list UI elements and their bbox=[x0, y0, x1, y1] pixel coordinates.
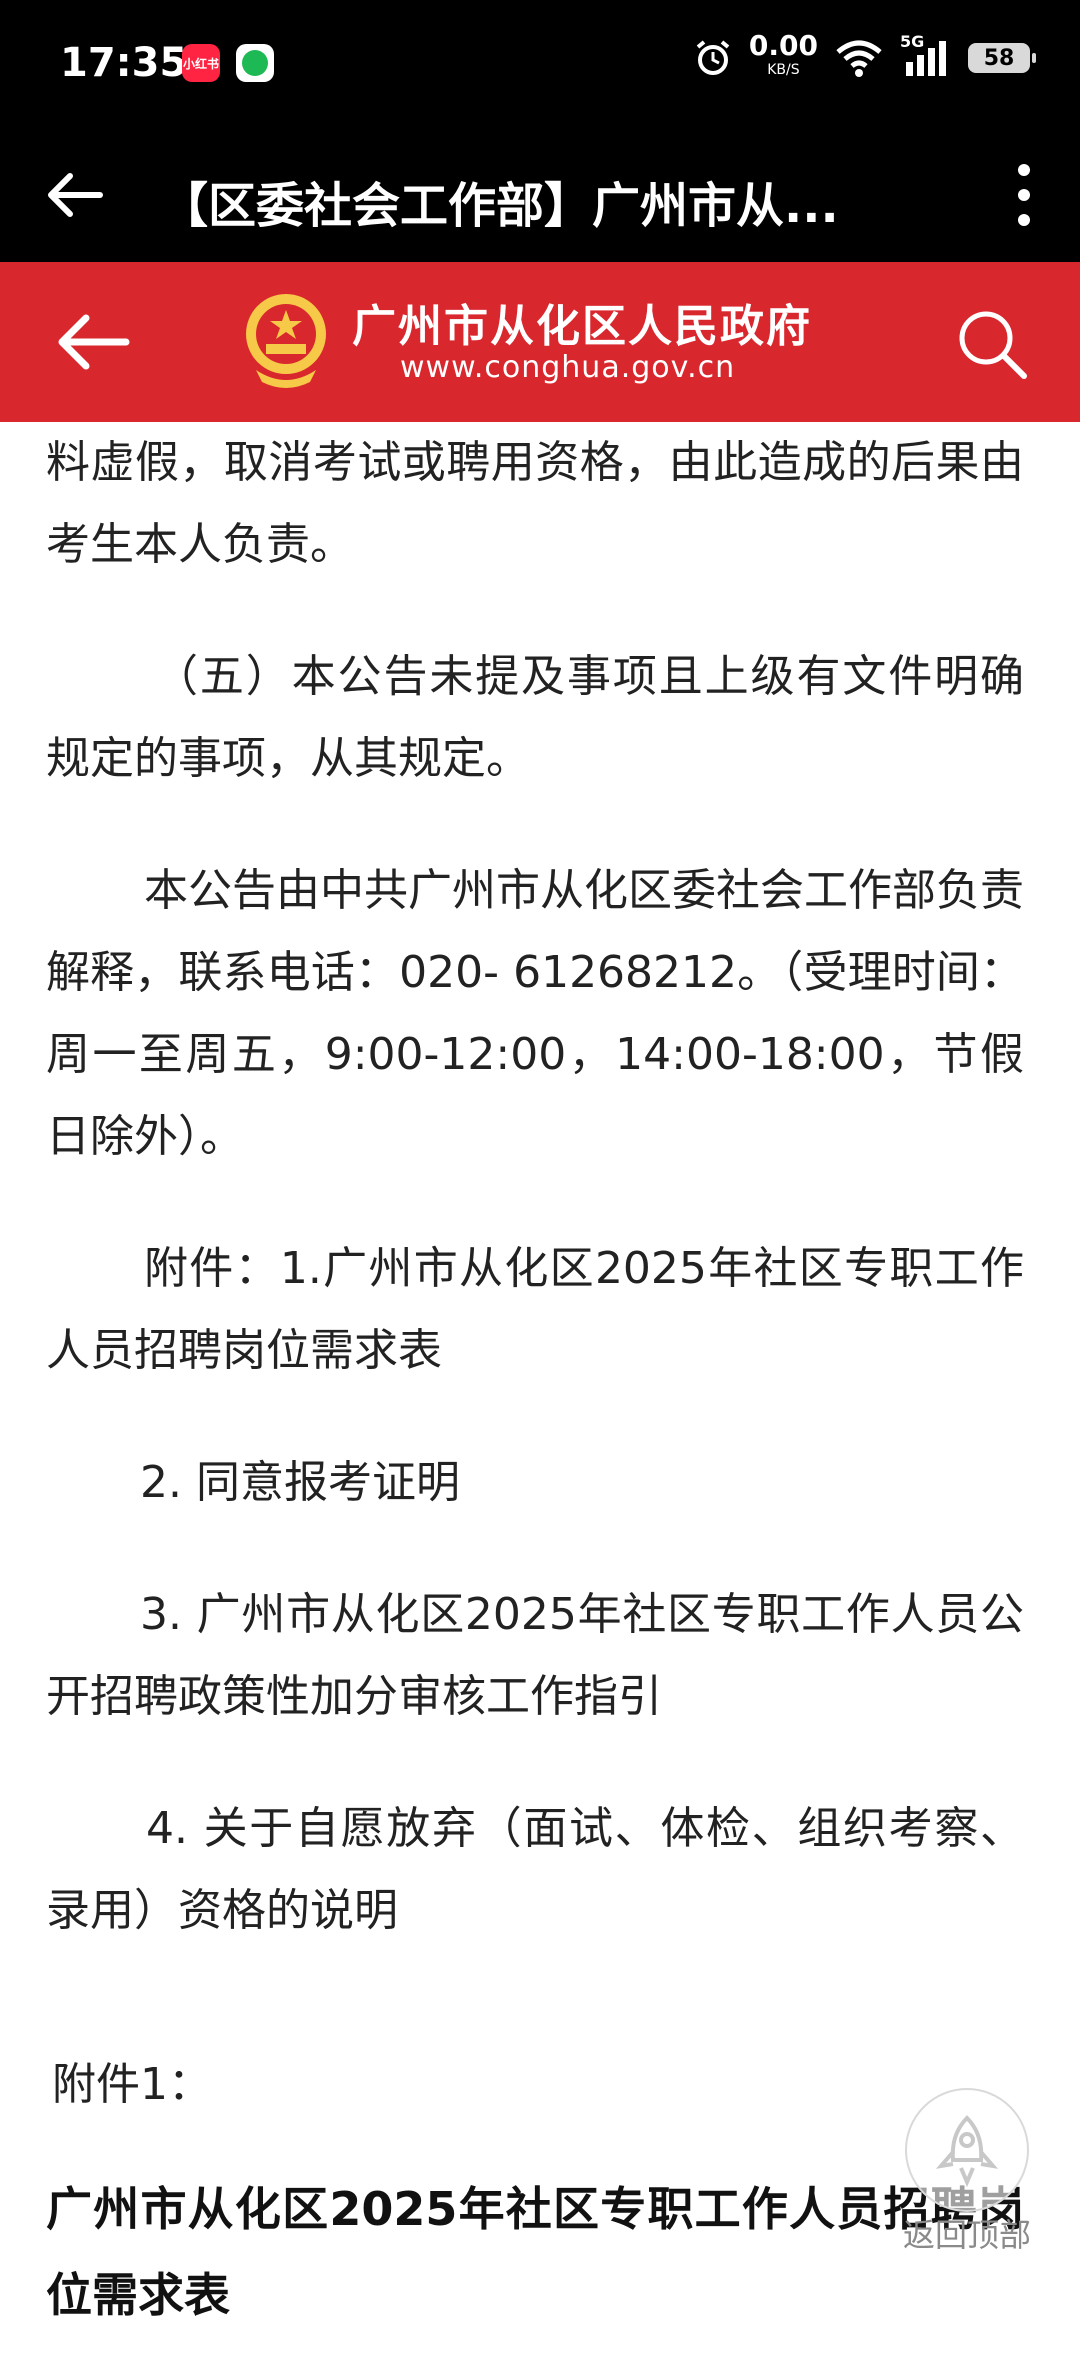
back-to-top-label: 返回顶部 bbox=[902, 2216, 1031, 2254]
cellular-signal-icon: 5G bbox=[900, 32, 952, 78]
xiaohongshu-app-icon: 小红书 bbox=[182, 44, 220, 82]
article-paragraph: 料虚假，取消考试或聘用资格，由此造成的后果由考生本人负责。 bbox=[46, 437, 1024, 570]
site-url: www.conghua.gov.cn bbox=[400, 350, 736, 385]
rocket-icon bbox=[935, 2115, 999, 2188]
national-emblem-logo bbox=[246, 294, 326, 388]
more-options-icon[interactable] bbox=[1012, 160, 1036, 230]
notification-icons: 小红书 bbox=[182, 44, 274, 82]
article-paragraph: 本公告由中共广州市从化区委社会工作部负责解释，联系电话：020- 6126821… bbox=[46, 865, 1024, 1162]
back-arrow-icon[interactable] bbox=[40, 160, 110, 230]
attachment-table-title: 广州市从化区2025年社区专职工作人员招聘岗位需求表 bbox=[46, 2182, 1024, 2322]
site-name: 广州市从化区人民政府 bbox=[352, 301, 812, 352]
wifi-icon bbox=[836, 40, 882, 77]
attachment-list-item: 4. 关于自愿放弃（面试、体检、组织考察、录用）资格的说明 bbox=[46, 1803, 1024, 1936]
site-back-arrow-icon[interactable] bbox=[52, 306, 132, 378]
network-speed: 0.00 KB/S bbox=[748, 29, 818, 79]
article-body: 料虚假，取消考试或聘用资格，由此造成的后果由考生本人负责。 （五）本公告未提及事… bbox=[46, 422, 1024, 2338]
page-title: 【区委社会工作部】广州市从... bbox=[160, 178, 839, 234]
status-bar: 17:35 小红书 0.00 KB/S 5G 58 bbox=[0, 0, 1080, 128]
alarm-icon bbox=[696, 40, 730, 75]
back-to-top-button[interactable]: 返回顶部 bbox=[902, 2088, 1032, 2254]
status-indicators: 0.00 KB/S 5G 58 bbox=[693, 29, 1036, 82]
attachment-label: 附件1： bbox=[52, 2059, 212, 2110]
attachment-list-item: 3. 广州市从化区2025年社区专职工作人员公开招聘政策性加分审核工作指引 bbox=[46, 1589, 1024, 1722]
attachment-list-item: 2. 同意报考证明 bbox=[140, 1457, 460, 1508]
app-title-bar: 【区委社会工作部】广州市从... bbox=[0, 128, 1080, 262]
article-paragraph: （五）本公告未提及事项且上级有文件明确规定的事项，从其规定。 bbox=[46, 651, 1024, 784]
search-icon[interactable] bbox=[952, 304, 1032, 384]
spotify-app-icon bbox=[236, 44, 274, 82]
site-header: 广州市从化区人民政府 www.conghua.gov.cn bbox=[0, 262, 1080, 422]
battery-indicator: 58 bbox=[968, 43, 1036, 73]
attachment-list-item: 附件：1.广州市从化区2025年社区专职工作人员招聘岗位需求表 bbox=[46, 1243, 1024, 1376]
status-time: 17:35 bbox=[60, 40, 188, 86]
